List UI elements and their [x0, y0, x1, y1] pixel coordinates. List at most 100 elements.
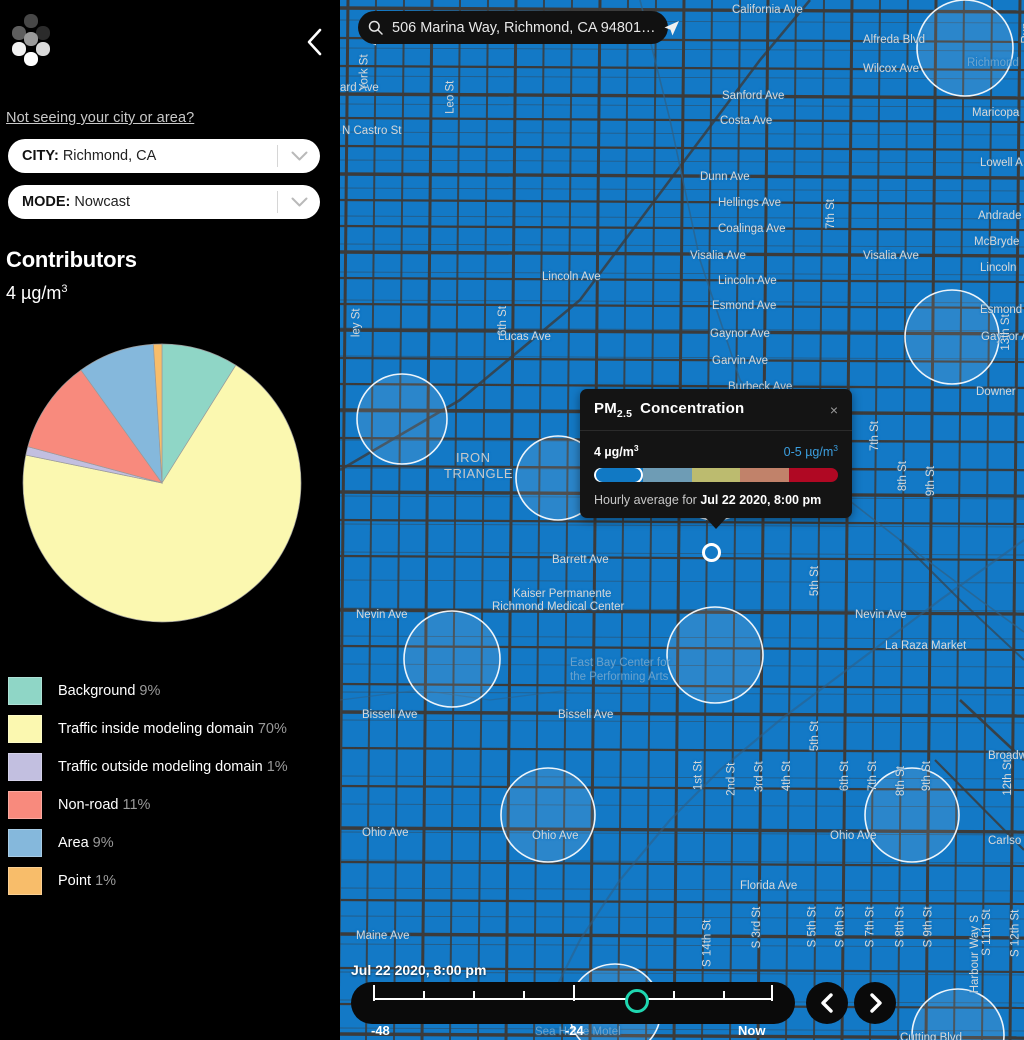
legend-category: Non-road: [58, 797, 119, 813]
pm25-concentration-popup[interactable]: PM2.5 Concentration × 4 µg/m3 0-5 µg/m3 H…: [580, 389, 852, 530]
contributors-value: 4 µg/m3: [6, 283, 68, 304]
close-icon[interactable]: ×: [826, 399, 842, 421]
legend-swatch: [8, 677, 42, 705]
mode-dropdown[interactable]: MODE: Nowcast: [8, 185, 320, 219]
popup-current-value-exponent: 3: [633, 443, 639, 453]
colorbar-segment[interactable]: [691, 468, 741, 483]
concentration-colorbar[interactable]: [594, 468, 838, 483]
contributors-value-number: 4 µg/m: [6, 283, 62, 303]
popup-footer-prefix: Hourly average for: [594, 493, 701, 508]
sensor-coverage-circle: [356, 373, 448, 465]
selected-location-marker[interactable]: [702, 543, 721, 562]
map-viewport[interactable]: IRON TRIANGLE Kaiser Permanente Richmond Me…: [340, 0, 1024, 1040]
timeline-tick: [573, 985, 575, 1001]
colorbar-segment[interactable]: [740, 468, 790, 483]
legend-label: Area 9%: [58, 835, 114, 851]
popup-current-value-number: 4 µg/m: [594, 445, 634, 460]
legend-swatch: [8, 791, 42, 819]
legend-swatch: [8, 753, 42, 781]
timeline-slider[interactable]: -48 -24 Now: [351, 982, 795, 1038]
legend-percent: 1%: [266, 759, 288, 775]
sensor-coverage-circle: [403, 610, 501, 708]
legend-category: Background: [58, 683, 136, 699]
timeline-label-end: Now: [738, 1023, 766, 1038]
popup-range-value: 0-5 µg/m3: [784, 443, 838, 459]
legend-item[interactable]: Area 9%: [8, 824, 338, 862]
legend-percent: 70%: [257, 721, 287, 737]
popup-title-subscript: 2.5: [616, 407, 633, 420]
legend-percent: 9%: [92, 835, 114, 851]
colorbar-segment[interactable]: [642, 468, 692, 483]
navigate-icon[interactable]: [652, 13, 690, 43]
collapse-sidebar-button[interactable]: [302, 26, 328, 58]
sensor-coverage-circle: [916, 0, 1014, 97]
popup-pointer: [705, 517, 727, 530]
timeline-next-button[interactable]: [854, 982, 896, 1024]
chevron-down-icon[interactable]: [278, 151, 320, 162]
legend-swatch: [8, 829, 42, 857]
sensor-coverage-circle: [500, 767, 596, 863]
legend-swatch: [8, 867, 42, 895]
timeline-axis: -48 -24 Now: [371, 985, 773, 1038]
search-input[interactable]: 506 Marina Way, Richmond, CA 94801…: [392, 20, 668, 36]
legend-category: Traffic inside modeling domain: [58, 721, 254, 737]
legend-label: Traffic inside modeling domain 70%: [58, 721, 287, 737]
popup-body: 4 µg/m3 0-5 µg/m3 Hourly average for Jul…: [580, 431, 852, 518]
timeline-prev-button[interactable]: [806, 982, 848, 1024]
app-root: Not seeing your city or area? CITY: Rich…: [0, 0, 1024, 1040]
legend-label: Non-road 11%: [58, 797, 150, 813]
popup-values-row: 4 µg/m3 0-5 µg/m3: [594, 443, 838, 459]
popup-title-main: PM: [594, 399, 617, 417]
timeline-tick: [373, 985, 375, 1001]
legend-percent: 9%: [139, 683, 161, 699]
timeline-label-start: -48: [371, 1023, 390, 1038]
search-icon: [358, 20, 392, 35]
legend-item[interactable]: Background 9%: [8, 672, 338, 710]
timeline-label-mid: -24: [565, 1023, 584, 1038]
timeline-tick: [723, 991, 725, 1000]
not-seeing-city-link[interactable]: Not seeing your city or area?: [6, 110, 194, 126]
popup-footer: Hourly average for Jul 22 2020, 8:00 pm: [594, 493, 838, 507]
city-dropdown[interactable]: CITY: Richmond, CA: [8, 139, 320, 173]
legend-item[interactable]: Point 1%: [8, 862, 338, 900]
popup-footer-date: Jul 22 2020, 8:00 pm: [700, 493, 822, 508]
legend-item[interactable]: Traffic outside modeling domain 1%: [8, 748, 338, 786]
legend-label: Point 1%: [58, 873, 116, 889]
city-dropdown-text: CITY: Richmond, CA: [8, 148, 277, 164]
map-base-layer: [340, 0, 1024, 1040]
legend-percent: 11%: [122, 797, 151, 813]
timeline-tick: [423, 991, 425, 1000]
address-search-bar[interactable]: 506 Marina Way, Richmond, CA 94801…: [358, 11, 668, 44]
legend-item[interactable]: Traffic inside modeling domain 70%: [8, 710, 338, 748]
sidebar-panel: Not seeing your city or area? CITY: Rich…: [0, 0, 340, 1040]
timeline-tick: [771, 985, 773, 1001]
legend-category: Traffic outside modeling domain: [58, 759, 263, 775]
contributors-pie-chart: [22, 343, 302, 623]
legend-swatch: [8, 715, 42, 743]
popup-range-number: 0-5 µg/m: [783, 445, 834, 460]
mode-dropdown-label: MODE:: [22, 194, 71, 210]
mode-dropdown-text: MODE: Nowcast: [8, 194, 277, 210]
legend-label: Background 9%: [58, 683, 160, 699]
chevron-down-icon[interactable]: [278, 197, 320, 208]
colorbar-segment[interactable]: [789, 468, 838, 483]
app-logo-icon: [8, 12, 56, 68]
contributors-title: Contributors: [6, 247, 137, 272]
legend-category: Point: [58, 873, 92, 889]
popup-title: PM2.5 Concentration: [594, 400, 744, 420]
timeline-tick: [673, 991, 675, 1000]
sensor-coverage-circle: [666, 606, 764, 704]
timeline-current-date: Jul 22 2020, 8:00 pm: [351, 962, 487, 978]
sensor-coverage-circle: [904, 289, 1000, 385]
timeline-tick: [523, 991, 525, 1000]
popup-current-value: 4 µg/m3: [594, 443, 639, 459]
pie-chart-legend: Background 9% Traffic inside modeling doma…: [8, 672, 338, 900]
sensor-coverage-circle: [864, 767, 960, 863]
legend-percent: 1%: [95, 873, 117, 889]
popup-range-exponent: 3: [833, 443, 838, 453]
contributors-value-exponent: 3: [61, 283, 68, 295]
legend-category: Area: [58, 835, 89, 851]
timeline-knob[interactable]: [625, 989, 649, 1013]
popup-title-rest: Concentration: [640, 399, 745, 417]
legend-item[interactable]: Non-road 11%: [8, 786, 338, 824]
